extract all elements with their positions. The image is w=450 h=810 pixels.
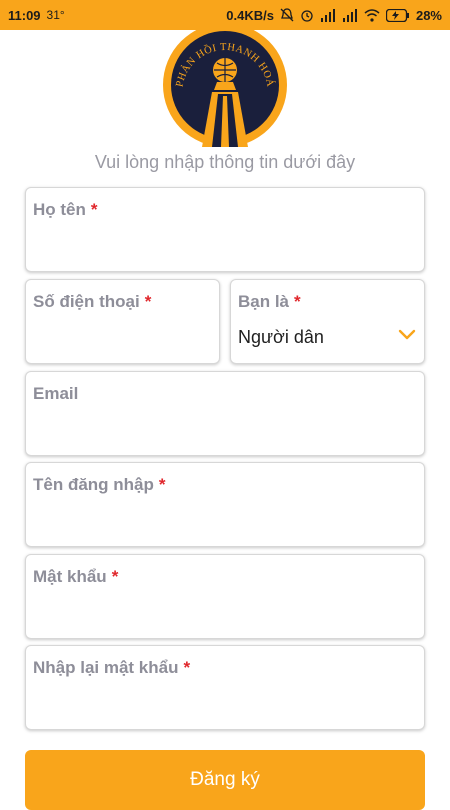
username-label: Tên đăng nhập * <box>33 475 166 494</box>
required-mark: * <box>158 475 166 494</box>
phone-label: Số điện thoại * <box>33 292 152 311</box>
status-temperature: 31° <box>46 8 65 22</box>
status-net-speed: 0.4KB/s <box>226 7 274 23</box>
fullname-label: Họ tên * <box>33 200 98 219</box>
mute-icon <box>280 8 294 22</box>
phone-field[interactable]: Số điện thoại * <box>25 279 220 364</box>
required-mark: * <box>90 200 98 219</box>
wifi-icon <box>364 8 380 22</box>
logo-container: PHẢN HỒI THANH HOÁ <box>0 30 450 148</box>
fullname-field[interactable]: Họ tên * <box>25 187 425 272</box>
username-field[interactable]: Tên đăng nhập * <box>25 462 425 547</box>
phan-hoi-thanh-hoa-logo: PHẢN HỒI THANH HOÁ <box>163 30 287 147</box>
chevron-down-icon[interactable] <box>398 327 416 341</box>
form-subtitle: Vui lòng nhập thông tin dưới đây <box>94 152 356 172</box>
register-button-label: Đăng ký <box>190 769 260 790</box>
register-button[interactable]: Đăng ký <box>25 750 425 810</box>
role-label: Bạn là * <box>238 292 301 311</box>
status-bar: 11:09 31° 0.4KB/s 28% <box>0 0 450 30</box>
password-confirm-label: Nhập lại mật khẩu * <box>33 658 191 677</box>
status-left: 11:09 31° <box>8 8 65 23</box>
battery-icon <box>385 8 409 22</box>
password-field[interactable]: Mật khẩu * <box>25 554 425 639</box>
required-mark: * <box>294 292 301 311</box>
signal-icon <box>320 8 335 22</box>
status-battery: 28% <box>415 7 442 23</box>
role-selected-value[interactable]: Người dân <box>238 327 324 348</box>
role-select[interactable]: Bạn là * Người dân <box>230 279 425 364</box>
required-mark: * <box>183 658 191 677</box>
email-label: Email <box>33 384 79 403</box>
required-mark: * <box>144 292 152 311</box>
password-label: Mật khẩu * <box>33 567 119 586</box>
status-right: 0.4KB/s 28% <box>226 8 442 23</box>
signal-icon-2 <box>342 8 357 22</box>
alarm-icon <box>301 10 313 22</box>
required-mark: * <box>111 567 119 586</box>
email-field[interactable]: Email <box>25 371 425 456</box>
status-time: 11:09 <box>8 7 41 23</box>
password-confirm-field[interactable]: Nhập lại mật khẩu * <box>25 645 425 730</box>
